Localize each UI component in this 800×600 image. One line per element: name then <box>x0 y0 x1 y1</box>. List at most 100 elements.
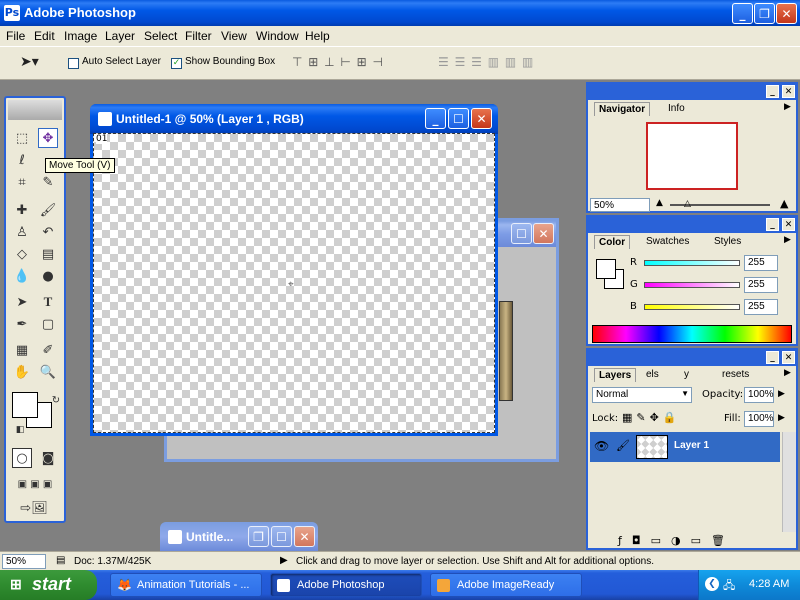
foreground-color-swatch[interactable] <box>12 392 38 418</box>
navigator-menu-icon[interactable]: ▶ <box>784 102 791 112</box>
r-value-field[interactable]: 255 <box>744 255 778 271</box>
blend-mode-select[interactable]: Normal ▼ <box>592 387 692 403</box>
healing-tool-icon[interactable]: ✚ <box>12 200 32 220</box>
layer-name[interactable]: Layer 1 <box>674 440 709 451</box>
menu-help[interactable]: Help <box>305 29 330 43</box>
navigator-zoom-field[interactable]: 50% <box>590 198 650 212</box>
quick-mask-icon[interactable]: ◙ <box>38 448 58 468</box>
menu-filter[interactable]: Filter <box>185 29 212 43</box>
tab-color[interactable]: Color <box>594 235 631 249</box>
document-window[interactable]: Untitled-1 @ 50% (Layer 1 , RGB) _ ☐ ✕ 0… <box>90 104 498 436</box>
minimized-doc-maximize-button[interactable]: ☐ <box>271 526 292 547</box>
standard-mode-icon[interactable]: ○ <box>12 448 32 468</box>
menu-select[interactable]: Select <box>144 29 177 43</box>
zoom-slider-thumb-icon[interactable]: △ <box>684 199 691 209</box>
restore-button[interactable]: ❐ <box>754 3 775 24</box>
start-button[interactable]: ⊞ start <box>0 570 97 600</box>
tab-info[interactable]: Info <box>668 103 685 114</box>
crop-tool-icon[interactable]: ⌗ <box>12 172 32 192</box>
menu-view[interactable]: View <box>221 29 247 43</box>
pen-tool-icon[interactable]: ✒ <box>12 314 32 334</box>
menu-file[interactable]: File <box>6 29 25 43</box>
network-icon[interactable]: 🖧 <box>723 577 735 596</box>
tray-expand-icon[interactable]: ❮ <box>705 577 719 591</box>
color-minimize-button[interactable]: _ <box>766 218 779 231</box>
layers-bottom-icons[interactable]: ƒ◘▭◑▭🗑 <box>618 534 735 547</box>
blend-mode-dropdown-icon[interactable]: ▼ <box>681 389 689 398</box>
marquee-tool-icon[interactable]: ⬚ <box>12 128 32 148</box>
color-fg-swatch[interactable] <box>596 259 616 279</box>
bounding-box-checkbox[interactable]: ✓ <box>171 58 182 69</box>
shape-tool-icon[interactable]: ▢ <box>38 314 58 334</box>
layer-row[interactable]: 👁 🖌 Layer 1 <box>590 432 780 462</box>
fill-arrow-icon[interactable]: ▶ <box>778 413 785 423</box>
taskbar-item-imageready[interactable]: Adobe ImageReady <box>430 573 582 597</box>
path-select-icon[interactable]: ➤ <box>12 292 32 312</box>
fill-field[interactable]: 100% <box>744 411 774 427</box>
notes-tool-icon[interactable]: ▦ <box>12 340 32 360</box>
zoom-out-icon[interactable]: ▲ <box>656 198 663 208</box>
distribute-icons[interactable]: ☰ ☰ ☰ ▥ ▥ ▥ <box>438 55 534 69</box>
tab-channels[interactable]: els <box>646 369 659 380</box>
swap-colors-icon[interactable]: ↻ <box>46 390 66 410</box>
minimized-doc-restore-button[interactable]: ❐ <box>248 526 269 547</box>
blur-tool-icon[interactable]: 💧 <box>12 266 32 286</box>
layers-minimize-button[interactable]: _ <box>766 351 779 364</box>
zoom-tool-icon[interactable]: 🔍 <box>38 362 58 382</box>
align-icons[interactable]: ⊤ ⊞ ⊥ ⊢ ⊞ ⊣ <box>292 55 384 69</box>
g-value-field[interactable]: 255 <box>744 277 778 293</box>
status-zoom-field[interactable]: 50% <box>2 554 46 569</box>
menu-layer[interactable]: Layer <box>105 29 135 43</box>
navigator-minimize-button[interactable]: _ <box>766 85 779 98</box>
r-slider[interactable] <box>644 260 740 266</box>
canvas[interactable]: 01 ⌖ <box>93 133 495 433</box>
background-doc-close-button[interactable]: ✕ <box>533 223 554 244</box>
move-tool-preset-icon[interactable]: ➤▾ <box>20 54 39 70</box>
minimized-document-window[interactable]: Untitle... ❐ ☐ ✕ <box>160 522 318 551</box>
taskbar-item-firefox[interactable]: 🦊 Animation Tutorials - ... <box>110 573 262 597</box>
tab-navigator[interactable]: Navigator <box>594 102 651 116</box>
background-doc-maximize-button[interactable]: ☐ <box>511 223 532 244</box>
g-slider[interactable] <box>644 282 740 288</box>
status-arrow-icon[interactable]: ▶ <box>280 555 288 566</box>
layer-visibility-eye-icon[interactable]: 👁 <box>594 439 609 453</box>
jump-to-imageready-icon[interactable]: ⇨🖼 <box>12 498 56 518</box>
tab-styles[interactable]: Styles <box>714 236 741 247</box>
tab-swatches[interactable]: Swatches <box>646 236 689 247</box>
layers-list-scrollbar[interactable] <box>782 432 796 532</box>
opacity-arrow-icon[interactable]: ▶ <box>778 389 785 399</box>
tab-presets[interactable]: resets <box>722 369 749 380</box>
lock-icons[interactable]: ▦✎✥🔒 <box>622 411 681 424</box>
screen-mode-icons[interactable]: ▣ ▣ ▣ <box>10 474 60 494</box>
document-minimize-button[interactable]: _ <box>425 108 446 129</box>
color-close-button[interactable]: ✕ <box>782 218 795 231</box>
slice-tool-icon[interactable]: ✎ <box>38 172 58 192</box>
layers-close-button[interactable]: ✕ <box>782 351 795 364</box>
gradient-tool-icon[interactable]: ▤ <box>38 244 58 264</box>
close-button[interactable]: ✕ <box>776 3 797 24</box>
document-close-button[interactable]: ✕ <box>471 108 492 129</box>
hand-tool-icon[interactable]: ✋ <box>12 362 32 382</box>
default-colors-icon[interactable]: ◧ <box>10 420 30 440</box>
zoom-in-icon[interactable]: ▲ <box>780 197 788 210</box>
menu-window[interactable]: Window <box>256 29 299 43</box>
menu-image[interactable]: Image <box>64 29 97 43</box>
color-spectrum-bar[interactable] <box>592 325 792 343</box>
color-menu-icon[interactable]: ▶ <box>784 235 791 245</box>
lasso-tool-icon[interactable]: ℓ <box>12 150 32 170</box>
brush-tool-icon[interactable]: 🖌 <box>38 200 58 220</box>
layers-menu-icon[interactable]: ▶ <box>784 368 791 378</box>
type-tool-icon[interactable]: T <box>38 292 58 312</box>
history-brush-icon[interactable]: ↶ <box>38 222 58 242</box>
layer-brush-icon[interactable]: 🖌 <box>616 439 630 452</box>
auto-select-checkbox[interactable] <box>68 58 79 69</box>
tab-history[interactable]: y <box>684 369 689 380</box>
eraser-tool-icon[interactable]: ◇ <box>12 244 32 264</box>
menu-edit[interactable]: Edit <box>34 29 55 43</box>
b-slider[interactable] <box>644 304 740 310</box>
eyedropper-tool-icon[interactable]: ✐ <box>38 340 58 360</box>
navigator-close-button[interactable]: ✕ <box>782 85 795 98</box>
stamp-tool-icon[interactable]: ♙ <box>12 222 32 242</box>
navigator-preview[interactable] <box>646 122 738 190</box>
opacity-field[interactable]: 100% <box>744 387 774 403</box>
